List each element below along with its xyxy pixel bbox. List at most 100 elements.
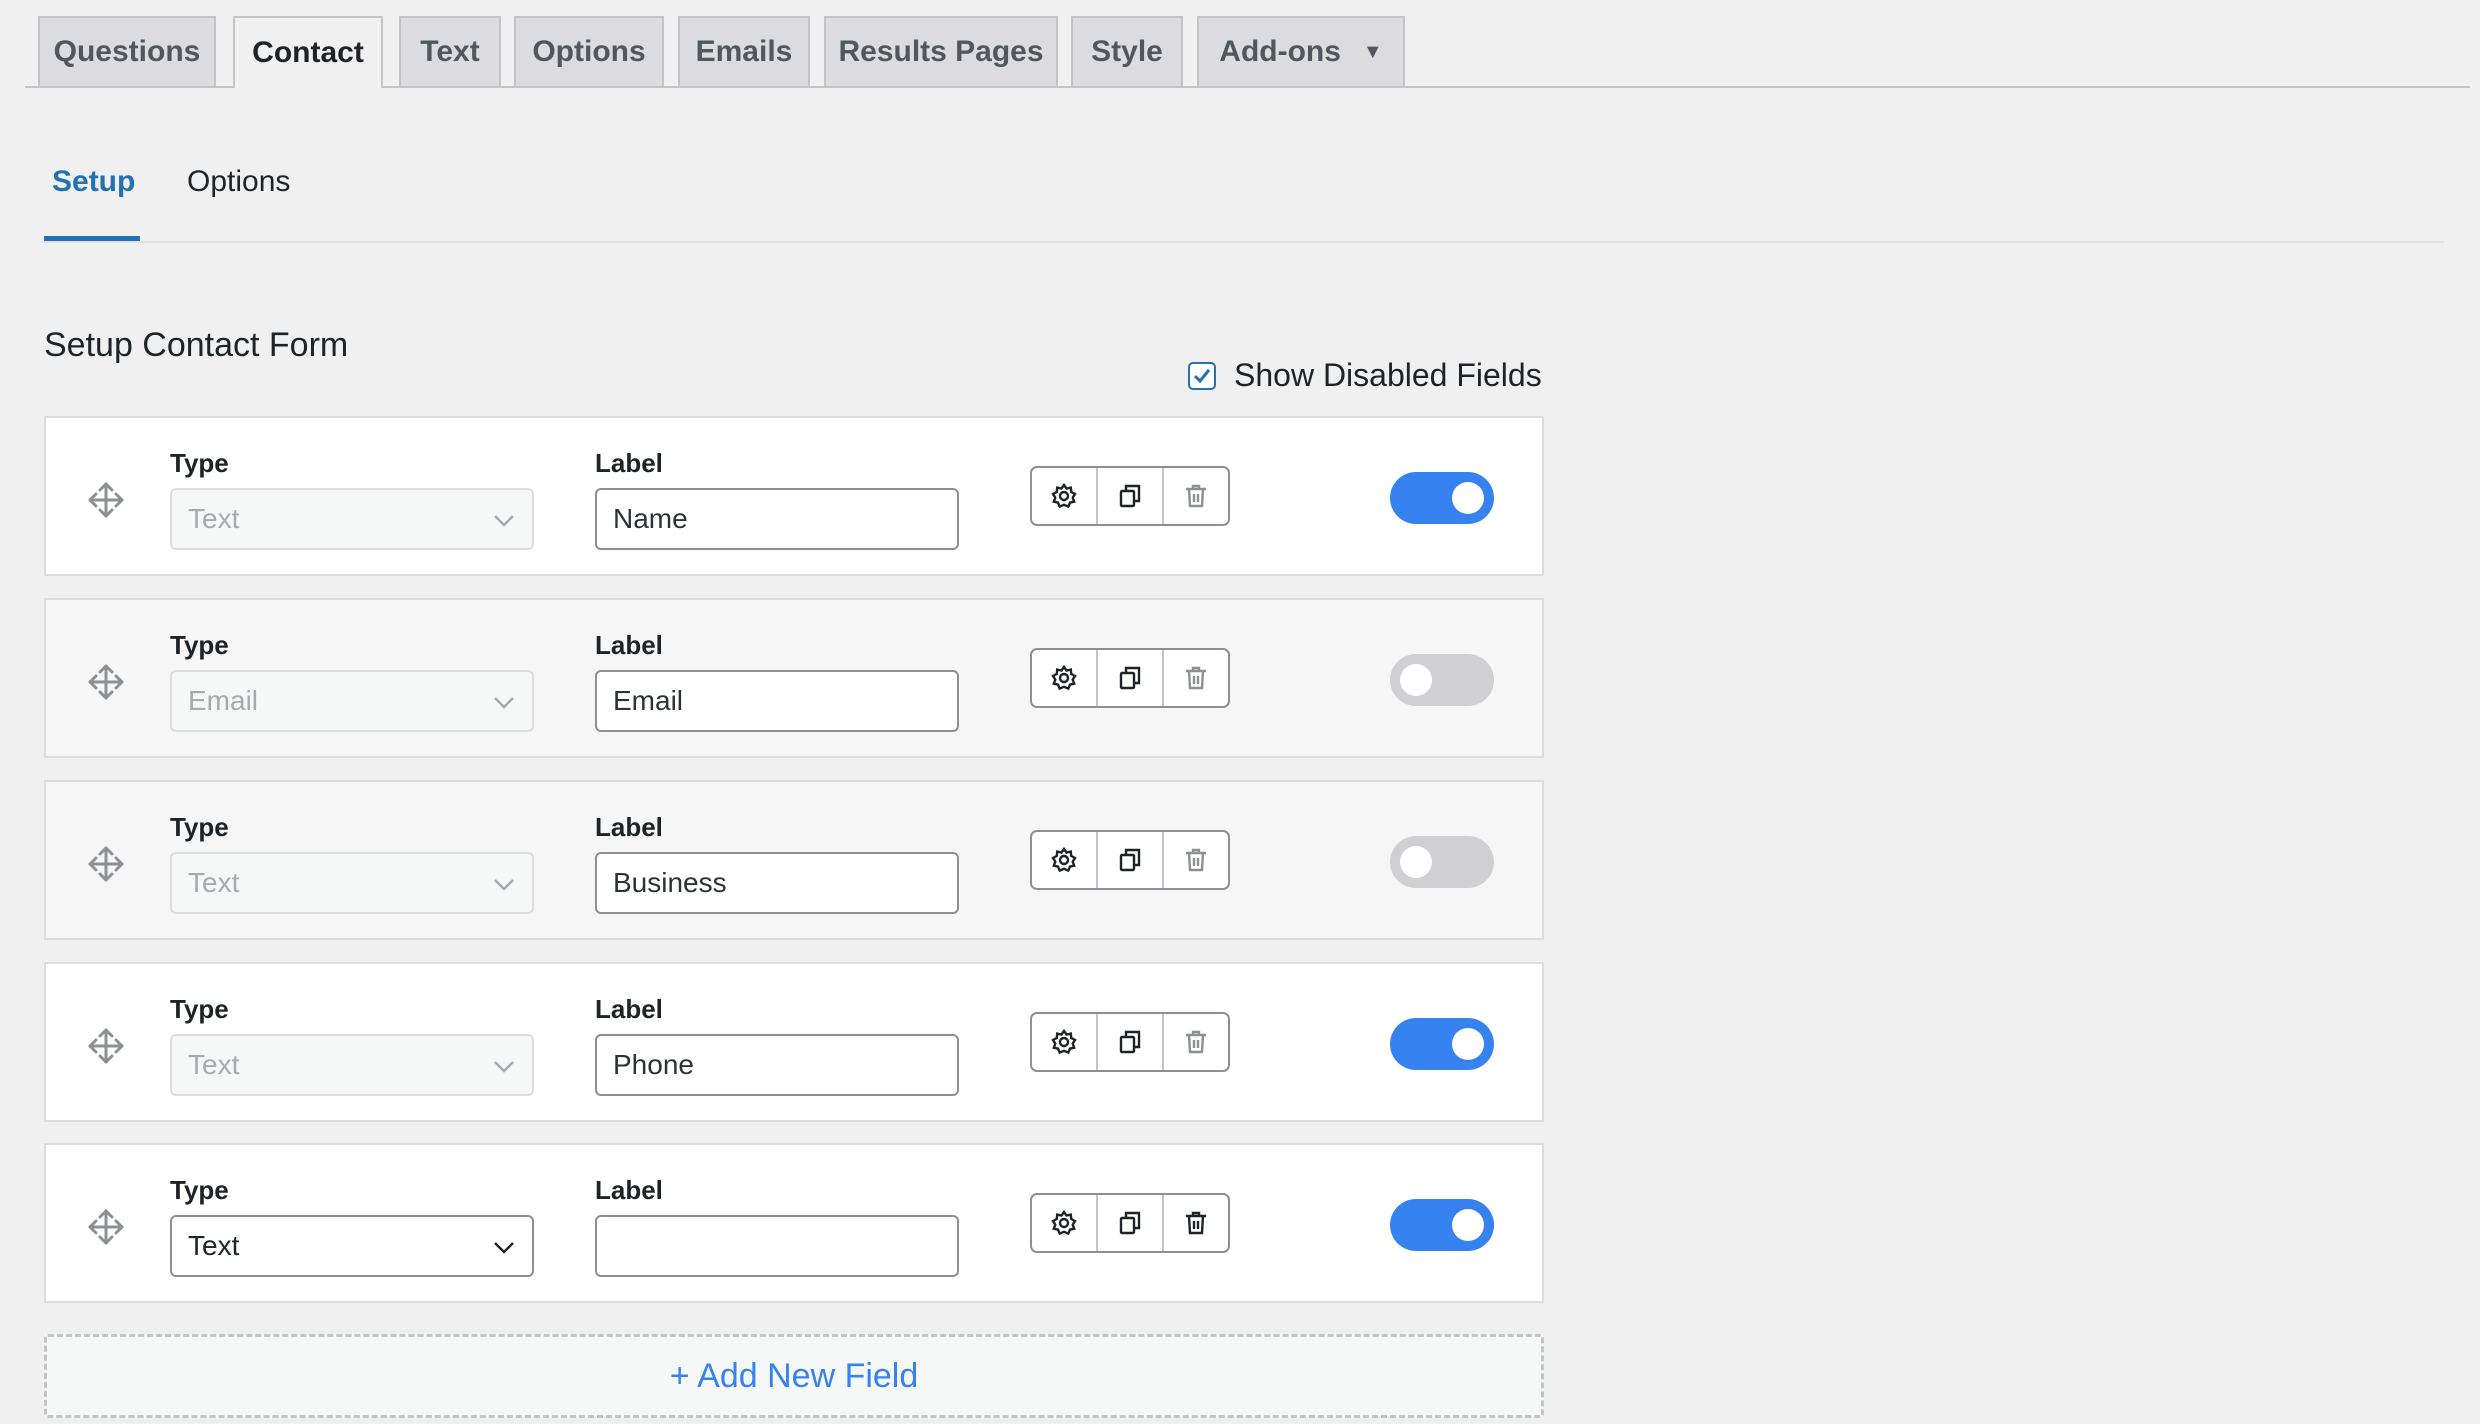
label-label: Label [595, 630, 663, 660]
show-disabled-label: Show Disabled Fields [1234, 357, 1542, 393]
duplicate-button[interactable] [1096, 1014, 1162, 1070]
trash-icon [1186, 848, 1206, 872]
type-label: Type [170, 1175, 229, 1205]
chevron-down-icon [494, 879, 514, 891]
duplicate-icon [1119, 1030, 1141, 1054]
show-disabled-checkbox[interactable] [1188, 361, 1216, 390]
field-actions [1030, 1193, 1230, 1253]
type-label: Type [170, 448, 229, 478]
field-row: Type Label Text Business [44, 780, 1544, 940]
duplicate-icon [1119, 484, 1141, 508]
toggle-knob [1452, 482, 1484, 514]
delete-button[interactable] [1162, 650, 1228, 706]
drag-handle-icon[interactable] [86, 662, 126, 702]
settings-button[interactable] [1032, 468, 1096, 524]
field-label-input[interactable] [595, 1215, 959, 1277]
subtab-setup[interactable]: Setup [52, 165, 135, 199]
subtab-options[interactable]: Options [187, 165, 290, 199]
toggle-knob [1452, 1209, 1484, 1241]
chevron-down-icon [494, 1061, 514, 1073]
field-enabled-toggle[interactable] [1390, 654, 1494, 706]
gear-icon [1051, 846, 1077, 873]
field-label-input[interactable]: Phone [595, 1034, 959, 1096]
add-new-field-button[interactable]: + Add New Field [44, 1334, 1544, 1418]
tab-options[interactable]: Options [514, 16, 664, 86]
type-label: Type [170, 994, 229, 1024]
settings-button[interactable] [1032, 1195, 1096, 1251]
duplicate-icon [1119, 666, 1141, 690]
caret-down-icon: ▼ [1362, 40, 1383, 63]
duplicate-button[interactable] [1096, 1195, 1162, 1251]
gear-icon [1051, 1209, 1077, 1236]
trash-icon [1186, 666, 1206, 690]
field-row: Type Label Email Email [44, 598, 1544, 758]
tab-style[interactable]: Style [1071, 16, 1183, 86]
section-title: Setup Contact Form [44, 326, 349, 364]
toggle-knob [1452, 1028, 1484, 1060]
field-enabled-toggle[interactable] [1390, 1199, 1494, 1251]
gear-icon [1051, 1028, 1077, 1055]
settings-button[interactable] [1032, 1014, 1096, 1070]
type-label: Type [170, 812, 229, 842]
field-enabled-toggle[interactable] [1390, 472, 1494, 524]
field-enabled-toggle[interactable] [1390, 1018, 1494, 1070]
field-type-select[interactable]: Email [170, 670, 534, 732]
field-label-value: Email [613, 685, 684, 716]
tab-emails[interactable]: Emails [678, 16, 810, 86]
tab-add-ons[interactable]: Add-ons ▼ [1197, 16, 1405, 86]
field-type-value: Text [188, 503, 240, 534]
field-type-value: Email [188, 685, 259, 716]
drag-handle-icon[interactable] [86, 1026, 126, 1066]
drag-handle-icon[interactable] [86, 480, 126, 520]
gear-icon [1051, 664, 1077, 691]
duplicate-button[interactable] [1096, 650, 1162, 706]
trash-icon [1186, 1211, 1206, 1235]
field-type-value: Text [188, 867, 240, 898]
field-row: Type Label Text Phone [44, 962, 1544, 1122]
field-label-value: Business [613, 867, 727, 898]
field-label-value: Name [613, 503, 688, 534]
delete-button[interactable] [1162, 832, 1228, 888]
field-type-select[interactable]: Text [170, 1034, 534, 1096]
label-label: Label [595, 812, 663, 842]
drag-handle-icon[interactable] [86, 844, 126, 884]
show-disabled-toggle[interactable]: Show Disabled Fields [1188, 357, 1542, 394]
tab-results-pages[interactable]: Results Pages [824, 16, 1058, 86]
tab-text[interactable]: Text [399, 16, 501, 86]
subtab-active-indicator [44, 236, 140, 241]
toggle-knob [1400, 846, 1432, 878]
field-row: Type Label Text [44, 1143, 1544, 1303]
toggle-knob [1400, 664, 1432, 696]
field-label-input[interactable]: Email [595, 670, 959, 732]
drag-handle-icon[interactable] [86, 1207, 126, 1247]
field-type-select[interactable]: Text [170, 1215, 534, 1277]
field-label-input[interactable]: Name [595, 488, 959, 550]
tab-questions[interactable]: Questions [38, 16, 216, 86]
subtab-divider [44, 241, 2444, 243]
tab-contact[interactable]: Contact [233, 16, 383, 88]
chevron-down-icon [494, 515, 514, 527]
tab-bar-baseline [25, 86, 2470, 88]
field-label-input[interactable]: Business [595, 852, 959, 914]
duplicate-button[interactable] [1096, 832, 1162, 888]
field-type-value: Text [188, 1049, 240, 1080]
duplicate-button[interactable] [1096, 468, 1162, 524]
field-label-value: Phone [613, 1049, 694, 1080]
field-type-select[interactable]: Text [170, 488, 534, 550]
label-label: Label [595, 994, 663, 1024]
trash-icon [1186, 484, 1206, 508]
trash-icon [1186, 1030, 1206, 1054]
gear-icon [1051, 482, 1077, 509]
field-row: Type Label Text Name [44, 416, 1544, 576]
settings-button[interactable] [1032, 650, 1096, 706]
label-label: Label [595, 448, 663, 478]
settings-button[interactable] [1032, 832, 1096, 888]
field-actions [1030, 648, 1230, 708]
field-enabled-toggle[interactable] [1390, 836, 1494, 888]
chevron-down-icon [494, 1242, 514, 1254]
delete-button[interactable] [1162, 1195, 1228, 1251]
duplicate-icon [1119, 1211, 1141, 1235]
delete-button[interactable] [1162, 1014, 1228, 1070]
delete-button[interactable] [1162, 468, 1228, 524]
field-type-select[interactable]: Text [170, 852, 534, 914]
